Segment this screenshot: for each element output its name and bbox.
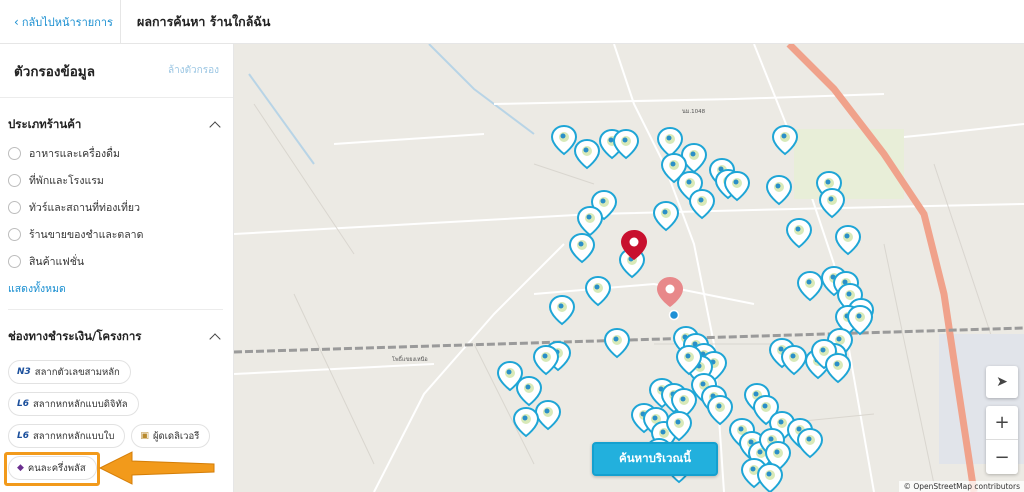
show-all-link[interactable]: แสดงทั้งหมด — [8, 275, 223, 301]
store-type-label: อาหารและเครื่องดื่ม — [29, 148, 120, 160]
store-pin-icon[interactable] — [574, 139, 600, 169]
lottery-logo-icon: L6 — [17, 399, 29, 409]
store-pin-icon[interactable] — [825, 353, 851, 383]
chip-three-digit-lottery[interactable]: N3 สลากตัวเลขสามหลัก — [8, 360, 131, 384]
arrow-left-icon — [98, 451, 215, 485]
locate-me-button[interactable]: ➤ — [986, 366, 1018, 398]
top-header: ‹ กลับไปหน้ารายการ ผลการค้นหา ร้านใกล้ฉั… — [0, 0, 1024, 44]
zoom-out-button[interactable]: − — [986, 440, 1018, 474]
store-pin-icon[interactable] — [516, 376, 542, 406]
store-pin-icon[interactable] — [551, 125, 577, 155]
store-type-label: สินค้าแฟชั่น — [29, 256, 85, 268]
store-type-section: ประเภทร้านค้า อาหารและเครื่องดื่ม ที่พัก… — [0, 110, 233, 480]
navigation-arrow-icon: ➤ — [996, 374, 1008, 390]
zoom-control: + − — [986, 406, 1018, 474]
store-pin-icon[interactable] — [819, 188, 845, 218]
divider — [8, 309, 223, 310]
delivery-bag-icon: ▣ — [140, 431, 149, 441]
store-pin-icon[interactable] — [604, 328, 630, 358]
store-pin-icon[interactable] — [657, 127, 683, 157]
page-title: ผลการค้นหา ร้านใกล้ฉัน — [137, 13, 271, 29]
store-type-option[interactable]: ทัวร์และสถานที่ท่องเที่ยว — [8, 194, 223, 221]
lottery-logo-icon: L6 — [17, 431, 29, 441]
chip-digital-lottery[interactable]: L6 สลากหกหลักแบบดิจิทัล — [8, 392, 139, 416]
store-pin-icon[interactable] — [549, 295, 575, 325]
back-to-list-label: กลับไปหน้ารายการ — [21, 15, 113, 29]
map-view[interactable]: นม.1048 โพธิ์แขยงเหนือ ค้นหาบริเวณนี้ ➤ … — [234, 44, 1024, 492]
payment-header[interactable]: ช่องทางชำระเงิน/โครงการ — [8, 322, 223, 352]
filter-title: ตัวกรองข้อมูล — [14, 63, 95, 80]
store-pin-icon[interactable] — [707, 395, 733, 425]
highlight-annotation-box — [4, 452, 100, 486]
store-pin-icon[interactable] — [772, 125, 798, 155]
filter-header: ตัวกรองข้อมูล ล้างตัวกรอง — [0, 44, 233, 98]
store-pin-icon[interactable] — [689, 189, 715, 219]
back-to-list-link[interactable]: ‹ กลับไปหน้ารายการ — [0, 0, 121, 44]
selected-pin-dot — [629, 237, 639, 247]
search-center-pin-dot — [665, 284, 675, 294]
chip-label: ผู้ดเดลิเวอรี — [152, 430, 200, 442]
radio-button[interactable] — [8, 228, 21, 241]
chevron-up-icon[interactable] — [209, 333, 221, 345]
filter-sidebar: ตัวกรองข้อมูล ล้างตัวกรอง ประเภทร้านค้า … — [0, 44, 234, 492]
clear-filter-button[interactable]: ล้างตัวกรอง — [168, 63, 219, 78]
radio-button[interactable] — [8, 255, 21, 268]
chip-label: สลากหกหลักแบบใบ — [33, 430, 115, 442]
store-pin-icon[interactable] — [786, 218, 812, 248]
store-type-option[interactable]: อาหารและเครื่องดื่ม — [8, 140, 223, 167]
store-type-header[interactable]: ประเภทร้านค้า — [8, 110, 223, 140]
store-type-label: ร้านขายของชำและตลาด — [29, 229, 144, 241]
chevron-left-icon: ‹ — [14, 14, 19, 29]
store-pin-icon[interactable] — [835, 225, 861, 255]
store-pin-icon[interactable] — [653, 201, 679, 231]
payment-title: ช่องทางชำระเงิน/โครงการ — [8, 329, 142, 343]
store-pin-icon[interactable] — [577, 206, 603, 236]
store-type-list: อาหารและเครื่องดื่ม ที่พักและโรงแรม ทัวร… — [8, 140, 223, 275]
store-pin-icon[interactable] — [535, 400, 561, 430]
store-pin-layer[interactable] — [497, 125, 874, 492]
road-label: นม.1048 — [682, 109, 706, 115]
map-attribution: © OpenStreetMap contributors — [899, 481, 1024, 492]
store-type-option[interactable]: ที่พักและโรงแรม — [8, 167, 223, 194]
store-pin-icon[interactable] — [766, 175, 792, 205]
store-pin-icon[interactable] — [569, 233, 595, 263]
village-label: โพธิ์แขยงเหนือ — [392, 357, 428, 363]
store-pin-icon[interactable] — [533, 345, 559, 375]
lottery-logo-icon: N3 — [17, 367, 31, 377]
store-pin-icon[interactable] — [797, 428, 823, 458]
zoom-in-button[interactable]: + — [986, 406, 1018, 440]
radio-button[interactable] — [8, 147, 21, 160]
store-pin-icon[interactable] — [757, 463, 783, 492]
chevron-up-icon[interactable] — [209, 121, 221, 133]
chip-label: สลากตัวเลขสามหลัก — [34, 366, 120, 378]
store-pin-icon[interactable] — [797, 271, 823, 301]
search-this-area-button[interactable]: ค้นหาบริเวณนี้ — [592, 442, 718, 476]
chip-label: สลากหกหลักแบบดิจิทัล — [33, 398, 128, 410]
radio-button[interactable] — [8, 174, 21, 187]
store-type-option[interactable]: ร้านขายของชำและตลาด — [8, 221, 223, 248]
store-type-label: ทัวร์และสถานที่ท่องเที่ยว — [29, 202, 140, 214]
store-type-title: ประเภทร้านค้า — [8, 117, 82, 131]
chip-food-delivery[interactable]: ▣ ผู้ดเดลิเวอรี — [131, 424, 211, 448]
radio-button[interactable] — [8, 201, 21, 214]
store-type-option[interactable]: สินค้าแฟชั่น — [8, 248, 223, 275]
chip-paper-lottery[interactable]: L6 สลากหกหลักแบบใบ — [8, 424, 126, 448]
map-canvas[interactable] — [234, 44, 1024, 492]
store-pin-icon[interactable] — [781, 345, 807, 375]
current-location-dot-icon — [668, 309, 680, 321]
store-type-label: ที่พักและโรงแรม — [29, 175, 104, 187]
store-pin-icon[interactable] — [585, 276, 611, 306]
